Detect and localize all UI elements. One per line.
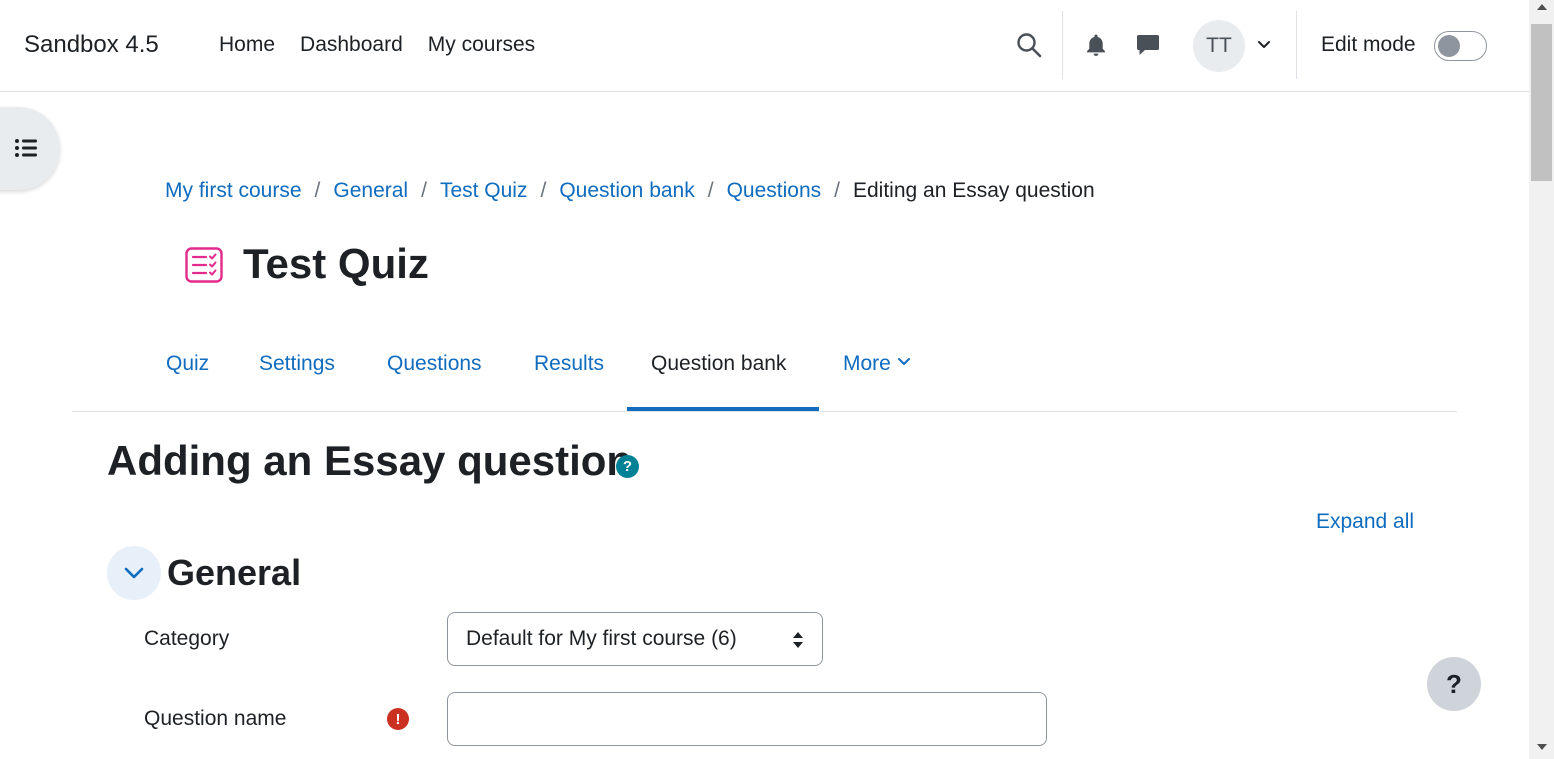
form-heading: Adding an Essay question bbox=[107, 437, 633, 484]
site-brand[interactable]: Sandbox 4.5 bbox=[24, 31, 159, 59]
nav-link-my-courses[interactable]: My courses bbox=[428, 33, 535, 57]
tab-settings[interactable]: Settings bbox=[259, 352, 335, 376]
breadcrumb-item-quiz[interactable]: Test Quiz bbox=[440, 179, 528, 203]
page-scrollbar[interactable] bbox=[1529, 0, 1554, 759]
category-label: Category bbox=[144, 627, 230, 650]
tab-questions[interactable]: Questions bbox=[387, 352, 482, 376]
breadcrumb-current: Editing an Essay question bbox=[853, 179, 1095, 202]
help-icon[interactable]: ? bbox=[616, 455, 639, 478]
quiz-icon bbox=[185, 247, 223, 283]
scrollbar-thumb[interactable] bbox=[1531, 24, 1552, 181]
primary-navigation: Home Dashboard My courses bbox=[219, 33, 535, 57]
category-select-value: Default for My first course (6) bbox=[466, 627, 737, 650]
tab-quiz[interactable]: Quiz bbox=[166, 352, 209, 376]
list-icon bbox=[15, 139, 37, 157]
select-arrows-icon bbox=[793, 632, 803, 648]
course-index-drawer-button[interactable] bbox=[0, 107, 60, 190]
toggle-knob bbox=[1438, 35, 1460, 57]
help-button[interactable]: ? bbox=[1427, 657, 1481, 711]
tab-results[interactable]: Results bbox=[534, 352, 604, 376]
category-select[interactable]: Default for My first course (6) bbox=[447, 612, 823, 666]
question-name-label: Question name bbox=[144, 707, 287, 730]
chevron-down-icon[interactable] bbox=[1256, 38, 1272, 52]
nav-link-home[interactable]: Home bbox=[219, 33, 275, 57]
nav-link-dashboard[interactable]: Dashboard bbox=[300, 33, 403, 57]
breadcrumb-item-questions[interactable]: Questions bbox=[727, 179, 822, 203]
chevron-down-icon bbox=[124, 567, 144, 579]
question-name-input[interactable] bbox=[447, 692, 1047, 746]
edit-mode-toggle[interactable] bbox=[1434, 31, 1487, 61]
section-title-general: General bbox=[167, 552, 302, 593]
tab-more-label: More bbox=[843, 352, 891, 375]
page-title: Test Quiz bbox=[243, 240, 429, 287]
tab-question-bank[interactable]: Question bank bbox=[651, 352, 786, 376]
breadcrumb-separator: / bbox=[540, 179, 547, 202]
bell-icon[interactable] bbox=[1085, 33, 1107, 57]
search-icon[interactable] bbox=[1016, 32, 1042, 58]
breadcrumb-separator: / bbox=[314, 179, 321, 202]
active-tab-indicator bbox=[627, 407, 819, 411]
required-icon: ! bbox=[387, 708, 409, 730]
breadcrumb: My first course / General / Test Quiz / … bbox=[165, 179, 1095, 203]
breadcrumb-separator: / bbox=[421, 179, 427, 202]
scroll-down-arrow-icon[interactable] bbox=[1537, 744, 1547, 750]
navbar-divider bbox=[1062, 11, 1063, 79]
breadcrumb-item-general[interactable]: General bbox=[333, 179, 408, 203]
edit-mode-label: Edit mode bbox=[1321, 33, 1416, 56]
navbar-divider bbox=[1296, 11, 1297, 79]
breadcrumb-item-course[interactable]: My first course bbox=[165, 179, 302, 203]
chevron-down-icon bbox=[897, 358, 910, 365]
user-avatar[interactable]: TT bbox=[1193, 20, 1245, 72]
section-collapse-toggle[interactable] bbox=[107, 546, 161, 600]
breadcrumb-separator: / bbox=[834, 179, 840, 202]
breadcrumb-separator: / bbox=[707, 179, 714, 202]
expand-all-link[interactable]: Expand all bbox=[1316, 510, 1414, 534]
top-navbar: Sandbox 4.5 Home Dashboard My courses TT… bbox=[0, 0, 1529, 92]
tab-more[interactable]: More bbox=[843, 352, 911, 376]
messages-icon[interactable] bbox=[1136, 33, 1160, 57]
breadcrumb-item-question-bank[interactable]: Question bank bbox=[559, 179, 694, 203]
scroll-up-arrow-icon[interactable] bbox=[1537, 4, 1547, 10]
secondary-navigation: Quiz Settings Questions Results Question… bbox=[72, 336, 1457, 412]
